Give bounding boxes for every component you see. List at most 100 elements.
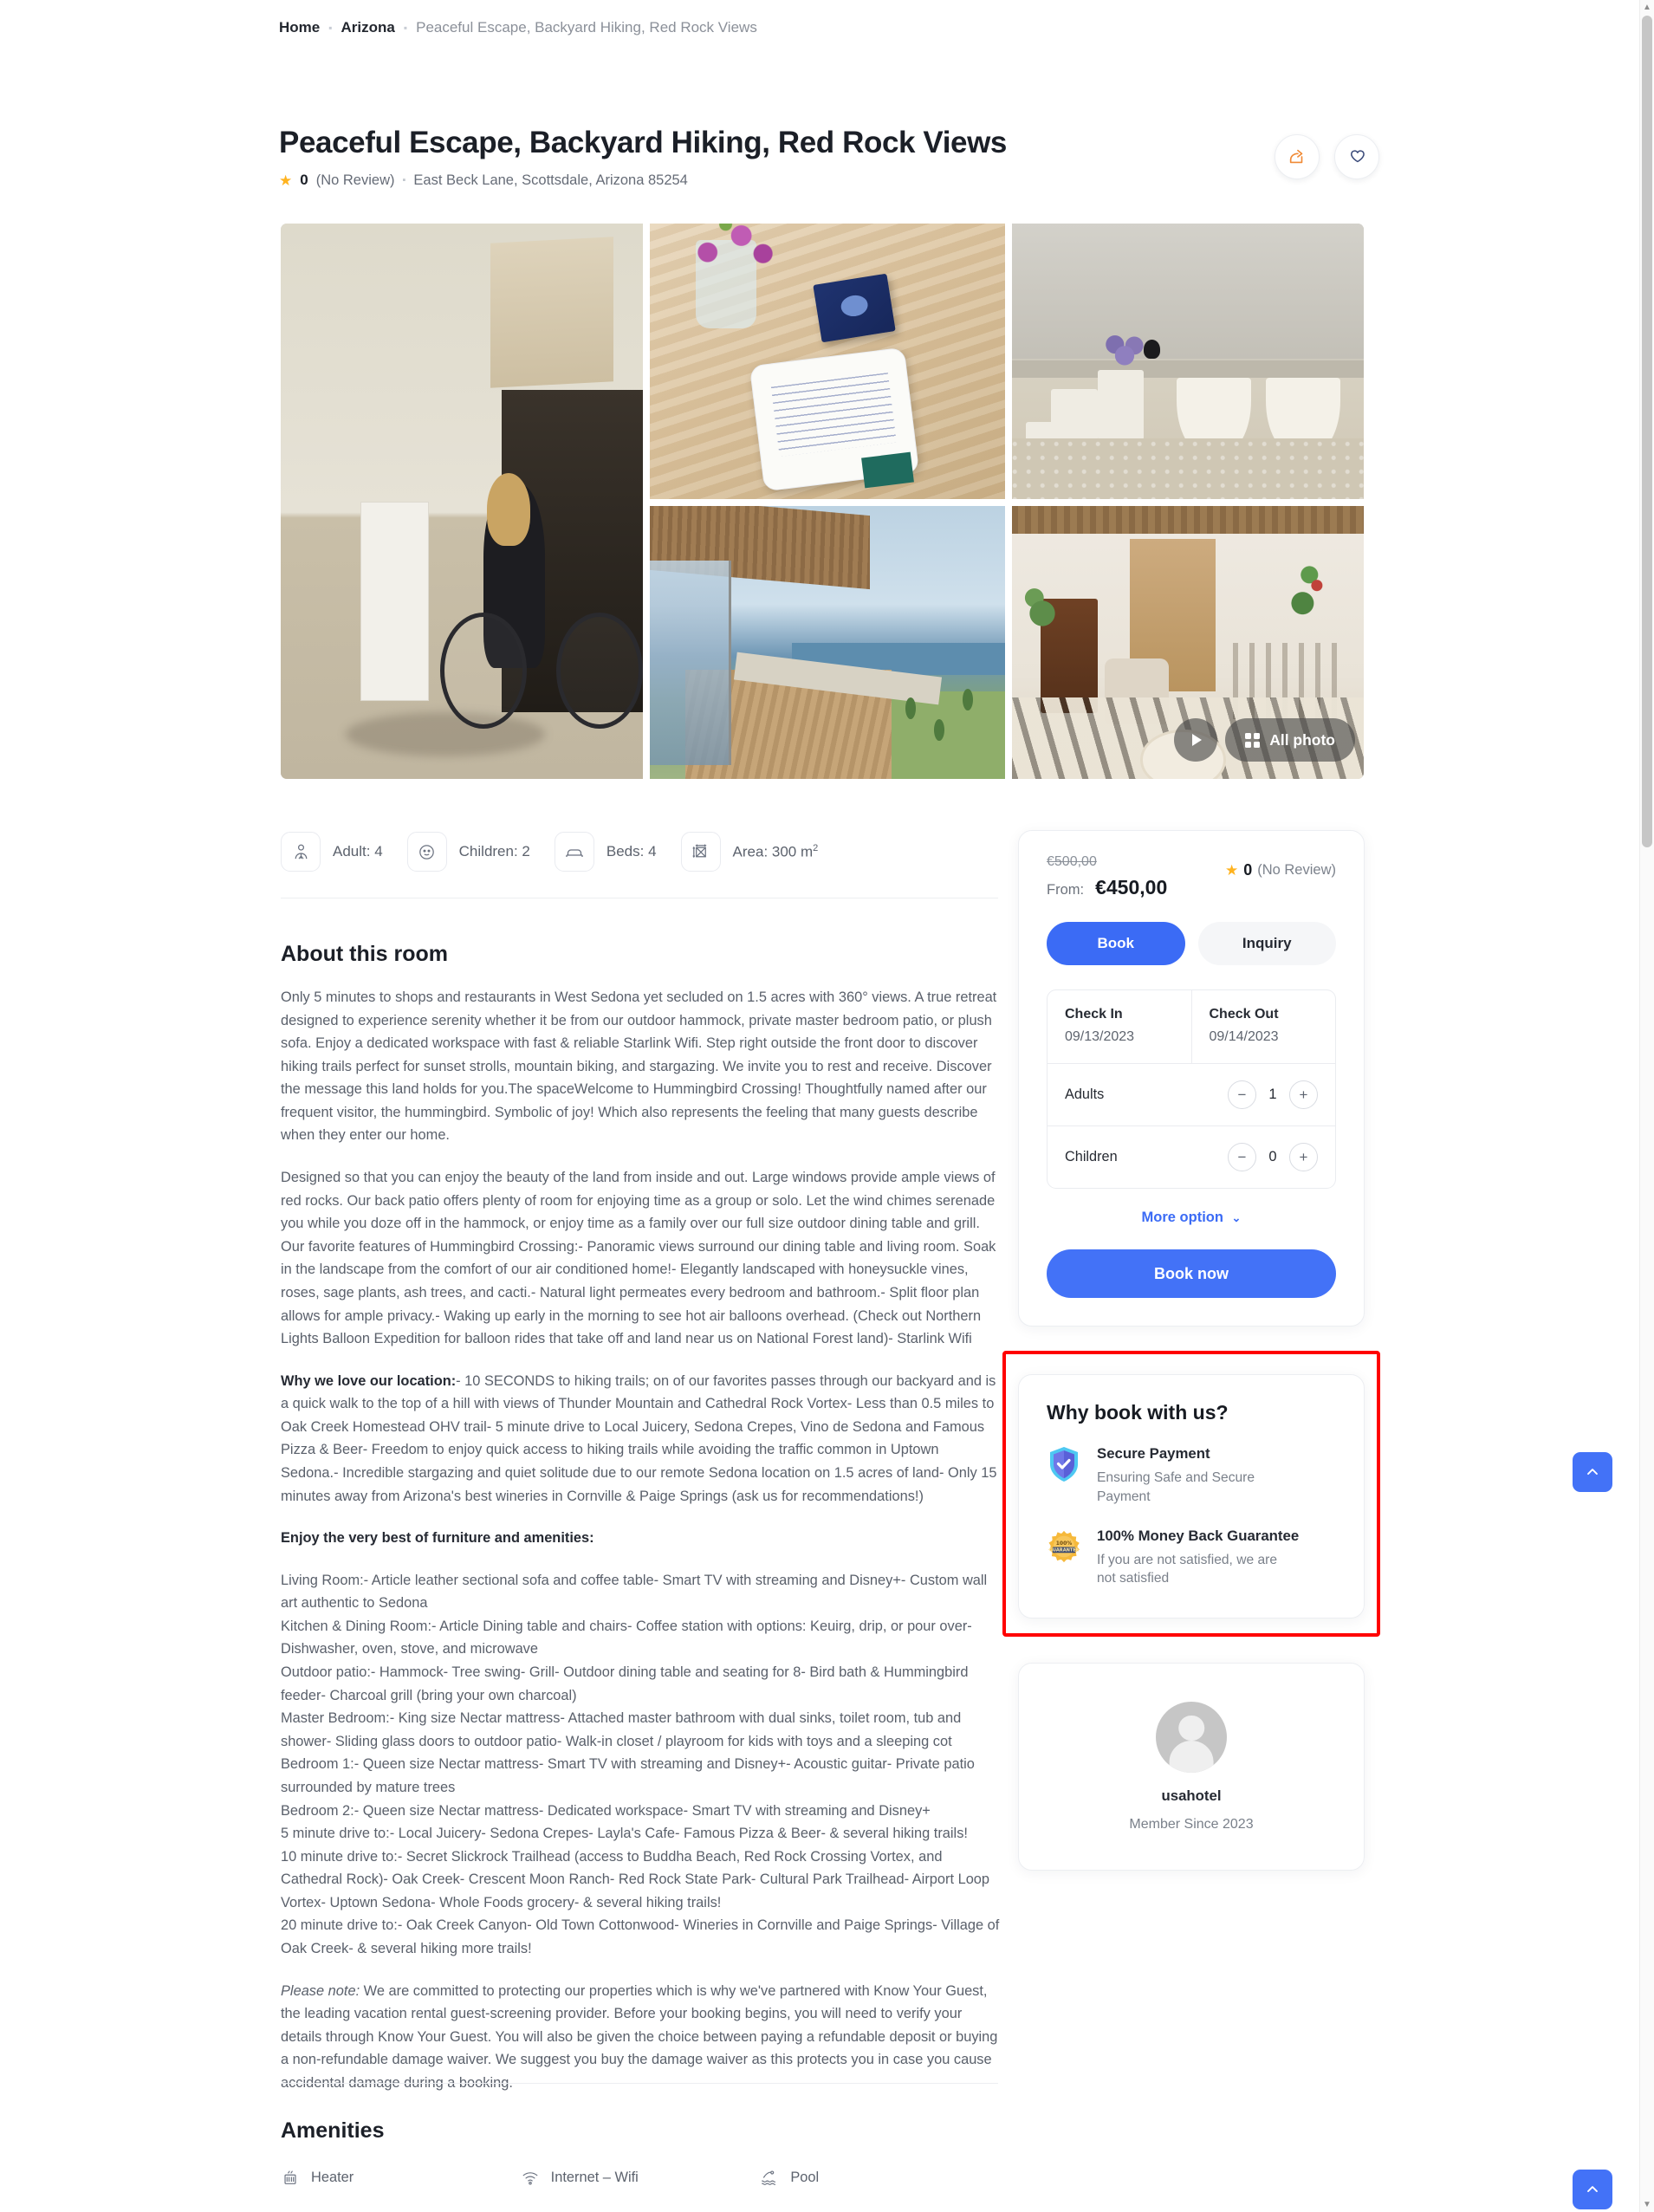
scrollbar-down-arrow-icon[interactable]: ▼	[1642, 2200, 1652, 2209]
booking-tabs: Book Inquiry	[1047, 922, 1336, 965]
adults-stepper: − 1 +	[1228, 1080, 1318, 1109]
gallery-controls: All photo	[1174, 718, 1355, 762]
breadcrumb-home[interactable]: Home	[279, 19, 320, 36]
photo-gallery[interactable]: All photo	[281, 224, 1364, 779]
secure-payment-text: Ensuring Safe and Secure Payment	[1097, 1470, 1255, 1504]
gallery-photo-5[interactable]: All photo	[1012, 506, 1364, 779]
breadcrumb-current: Peaceful Escape, Backyard Hiking, Red Ro…	[416, 19, 757, 36]
scrollbar-up-arrow-icon[interactable]: ▲	[1642, 3, 1652, 12]
guarantee-badge-icon: 100% GUARANTEE	[1048, 1530, 1080, 1562]
check-in-value: 09/13/2023	[1065, 1029, 1135, 1044]
about-amenities-heading: Enjoy the very best of furniture and ame…	[281, 1530, 594, 1547]
why-book-item-secure-payment: Secure Payment Ensuring Safe and Secure …	[1047, 1445, 1336, 1507]
page-scrollbar[interactable]: ▲ ▼	[1639, 0, 1654, 2212]
breadcrumb-region[interactable]: Arizona	[341, 19, 395, 36]
divider	[281, 2083, 998, 2084]
amenity-pool-label: Pool	[790, 2169, 820, 2185]
more-option-label: More option	[1141, 1210, 1223, 1225]
area-icon	[680, 832, 721, 872]
grid-icon	[1245, 732, 1261, 748]
tab-inquiry[interactable]: Inquiry	[1197, 922, 1336, 965]
property-stats: Adult: 4 Children: 2 Beds: 4 Area: 300 m…	[281, 832, 818, 872]
wifi-icon	[522, 2172, 538, 2185]
money-back-heading: 100% Money Back Guarantee	[1097, 1527, 1300, 1544]
price-block: €500,00 From: €450,00	[1047, 854, 1167, 899]
booking-sidebar: €500,00 From: €450,00 ★ 0 (No Review) Bo…	[1018, 830, 1365, 1327]
avatar-placeholder-icon	[1156, 1701, 1227, 1773]
sidebar-rating-value: 0	[1243, 861, 1253, 879]
scroll-to-top-button[interactable]	[1573, 2170, 1612, 2209]
amenities-title: Amenities	[281, 2118, 385, 2143]
about-amenities-heading-wrap: Enjoy the very best of furniture and ame…	[281, 1527, 1000, 1550]
book-now-button[interactable]: Book now	[1047, 1249, 1336, 1298]
adults-value: 1	[1268, 1087, 1277, 1102]
amenities-list: Heater Internet – Wifi Pool	[281, 2168, 1000, 2187]
about-location-heading: Why we love our location:	[281, 1372, 457, 1389]
about-title: About this room	[281, 942, 449, 966]
about-section: About this room Only 5 minutes to shops …	[281, 942, 1000, 2094]
gallery-photo-4[interactable]	[650, 506, 1005, 779]
rating-value: 0	[300, 172, 308, 188]
heater-icon	[284, 2170, 296, 2184]
stat-area: Area: 300 m2	[680, 832, 819, 872]
stat-adults: Adult: 4	[281, 832, 383, 872]
tab-book[interactable]: Book	[1047, 922, 1185, 965]
about-paragraph-1: Only 5 minutes to shops and restaurants …	[281, 989, 997, 1144]
amenity-heater: Heater	[281, 2168, 521, 2187]
about-paragraph-3: Why we love our location:- 10 SECONDS to…	[281, 1372, 997, 1504]
amenity-heater-label: Heater	[311, 2169, 354, 2185]
price-header: €500,00 From: €450,00 ★ 0 (No Review)	[1047, 854, 1336, 899]
breadcrumb-separator-icon: ▪	[328, 22, 333, 34]
money-back-text: If you are not satisfied, we are not sat…	[1097, 1552, 1278, 1586]
stat-area-label: Area: 300 m2	[732, 842, 819, 860]
stat-children: Children: 2	[406, 832, 530, 872]
children-decrement-button[interactable]: −	[1228, 1143, 1256, 1171]
children-increment-button[interactable]: +	[1289, 1143, 1318, 1171]
host-name[interactable]: usahotel	[1161, 1787, 1221, 1805]
why-book-item-money-back: 100% GUARANTEE 100% Money Back Guarantee…	[1047, 1528, 1336, 1589]
svg-text:100%: 100%	[1056, 1541, 1073, 1547]
check-in-field[interactable]: Check In 09/13/2023	[1048, 990, 1191, 1063]
scrollbar-thumb[interactable]	[1642, 16, 1652, 847]
favorite-button[interactable]	[1334, 134, 1379, 179]
check-out-field[interactable]: Check Out 09/14/2023	[1190, 990, 1336, 1063]
booking-fields: Check In 09/13/2023 Check Out 09/14/2023…	[1047, 989, 1336, 1189]
adult-icon	[281, 832, 321, 872]
amenity-pool: Pool	[760, 2168, 1000, 2187]
about-please-note: Please note: We are committed to protect…	[281, 1982, 998, 2091]
shield-check-icon	[1050, 1447, 1078, 1482]
listing-header: Peaceful Escape, Backyard Hiking, Red Ro…	[279, 126, 1379, 189]
svg-text:GUARANTEE: GUARANTEE	[1049, 1547, 1080, 1553]
adults-label: Adults	[1065, 1087, 1105, 1102]
page-title: Peaceful Escape, Backyard Hiking, Red Ro…	[279, 126, 1007, 159]
amenities-section: Amenities Heater Internet – Wifi Pool	[281, 2118, 1000, 2187]
gallery-photo-2[interactable]	[650, 224, 1005, 499]
adults-increment-button[interactable]: +	[1289, 1080, 1318, 1109]
old-price: €500,00	[1047, 854, 1097, 869]
all-photo-button[interactable]: All photo	[1225, 718, 1355, 762]
host-member-since: Member Since 2023	[1129, 1816, 1254, 1832]
gallery-photo-3[interactable]	[1012, 224, 1364, 499]
chevron-down-icon: ⌄	[1231, 1211, 1242, 1224]
review-count: (No Review)	[315, 172, 395, 188]
stat-beds: Beds: 4	[554, 832, 657, 872]
stat-beds-label: Beds: 4	[606, 843, 657, 860]
bed-icon	[554, 832, 594, 872]
why-book-card: Why book with us? Secure Payment Ensurin…	[1018, 1374, 1365, 1619]
current-price: €450,00	[1095, 876, 1168, 898]
star-icon: ★	[279, 172, 293, 189]
listing-actions	[1275, 134, 1379, 179]
about-paragraph-2: Designed so that you can enjoy the beaut…	[281, 1170, 996, 1347]
scroll-to-top-button[interactable]	[1573, 1452, 1612, 1492]
all-photo-label: All photo	[1269, 730, 1335, 749]
sidebar-review-count: (No Review)	[1257, 862, 1336, 878]
adults-decrement-button[interactable]: −	[1228, 1080, 1256, 1109]
why-book-title: Why book with us?	[1047, 1401, 1229, 1424]
listing-meta: ★ 0 (No Review) ▪ East Beck Lane, Scotts…	[279, 172, 1379, 189]
more-option-toggle[interactable]: More option ⌄	[1047, 1210, 1336, 1226]
play-video-button[interactable]	[1174, 718, 1218, 762]
share-icon	[1289, 149, 1303, 164]
sidebar-rating: ★ 0 (No Review)	[1225, 854, 1336, 879]
gallery-photo-1[interactable]	[281, 224, 643, 779]
share-button[interactable]	[1275, 134, 1320, 179]
